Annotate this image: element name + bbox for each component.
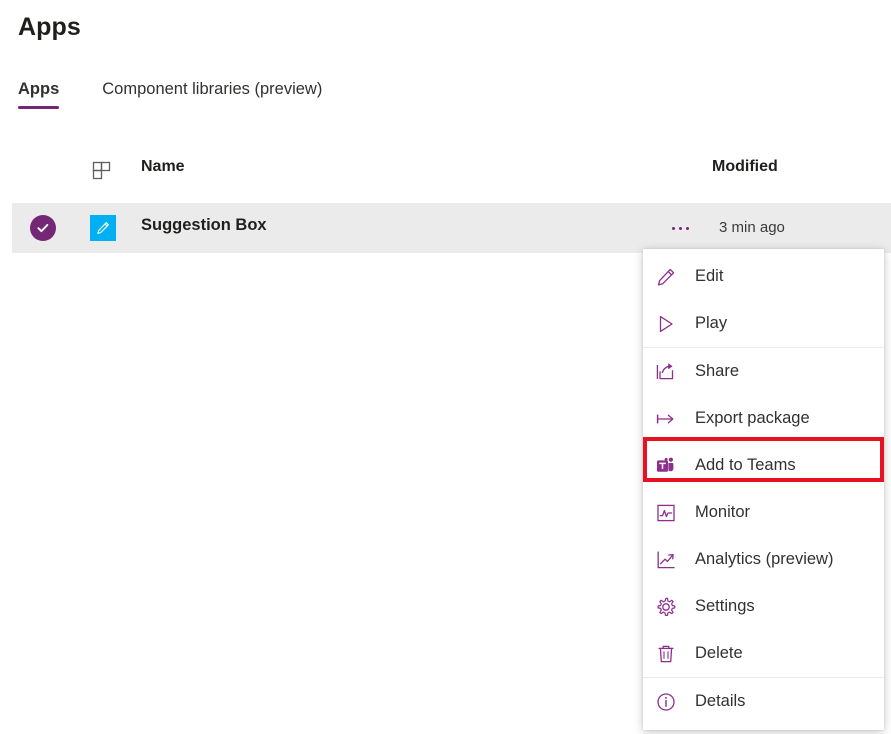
list-column-headers: Name Modified bbox=[0, 155, 891, 191]
tab-component-libraries[interactable]: Component libraries (preview) bbox=[102, 80, 322, 109]
modified-timestamp: 3 min ago bbox=[719, 219, 785, 236]
ellipsis-dot bbox=[679, 227, 682, 230]
menu-item-play-label: Play bbox=[695, 314, 727, 333]
menu-item-export-package[interactable]: Export package bbox=[643, 395, 884, 442]
menu-item-add-to-teams-label: Add to Teams bbox=[695, 456, 796, 475]
tab-apps[interactable]: Apps bbox=[18, 80, 59, 109]
column-header-name[interactable]: Name bbox=[141, 158, 185, 176]
table-row[interactable]: Suggestion Box 3 min ago bbox=[12, 203, 891, 253]
menu-item-settings-label: Settings bbox=[695, 597, 755, 616]
menu-item-settings[interactable]: Settings bbox=[643, 583, 884, 630]
ellipsis-icon[interactable] bbox=[658, 213, 702, 243]
menu-item-delete-label: Delete bbox=[695, 644, 743, 663]
menu-item-monitor[interactable]: Monitor bbox=[643, 489, 884, 536]
gear-icon bbox=[655, 596, 683, 618]
check-circle-icon[interactable] bbox=[30, 215, 56, 241]
column-header-modified[interactable]: Modified bbox=[712, 158, 778, 176]
trash-icon bbox=[655, 643, 683, 665]
menu-item-edit-label: Edit bbox=[695, 267, 723, 286]
info-circle-icon bbox=[655, 691, 683, 713]
tab-apps-label: Apps bbox=[18, 80, 59, 98]
share-icon bbox=[655, 361, 683, 383]
tab-selected-underline bbox=[18, 106, 59, 109]
menu-item-analytics[interactable]: Analytics (preview) bbox=[643, 536, 884, 583]
export-arrow-icon bbox=[655, 408, 683, 430]
menu-item-details[interactable]: Details bbox=[643, 678, 884, 725]
menu-item-share-label: Share bbox=[695, 362, 739, 381]
menu-item-analytics-label: Analytics (preview) bbox=[695, 550, 833, 569]
teams-icon bbox=[655, 455, 683, 477]
context-menu[interactable]: Edit Play Share Exp bbox=[643, 249, 884, 730]
layout-grid-icon[interactable] bbox=[91, 160, 113, 182]
analytics-trend-icon bbox=[655, 549, 683, 571]
menu-item-export-package-label: Export package bbox=[695, 409, 810, 428]
tab-component-libraries-label: Component libraries (preview) bbox=[102, 80, 322, 98]
play-triangle-icon bbox=[655, 313, 683, 335]
pencil-icon bbox=[655, 266, 683, 288]
menu-item-share[interactable]: Share bbox=[643, 348, 884, 395]
pencil-app-icon bbox=[90, 215, 116, 241]
menu-item-add-to-teams[interactable]: Add to Teams bbox=[643, 442, 884, 489]
ellipsis-dot bbox=[686, 227, 689, 230]
page-title: Apps bbox=[18, 13, 81, 42]
app-name[interactable]: Suggestion Box bbox=[141, 216, 267, 235]
menu-item-edit[interactable]: Edit bbox=[643, 253, 884, 300]
menu-item-monitor-label: Monitor bbox=[695, 503, 750, 522]
menu-item-details-label: Details bbox=[695, 692, 745, 711]
tabstrip: Apps Component libraries (preview) bbox=[18, 80, 365, 109]
ellipsis-dot bbox=[672, 227, 675, 230]
menu-item-play[interactable]: Play bbox=[643, 300, 884, 347]
monitor-chart-icon bbox=[655, 502, 683, 524]
menu-item-delete[interactable]: Delete bbox=[643, 630, 884, 677]
